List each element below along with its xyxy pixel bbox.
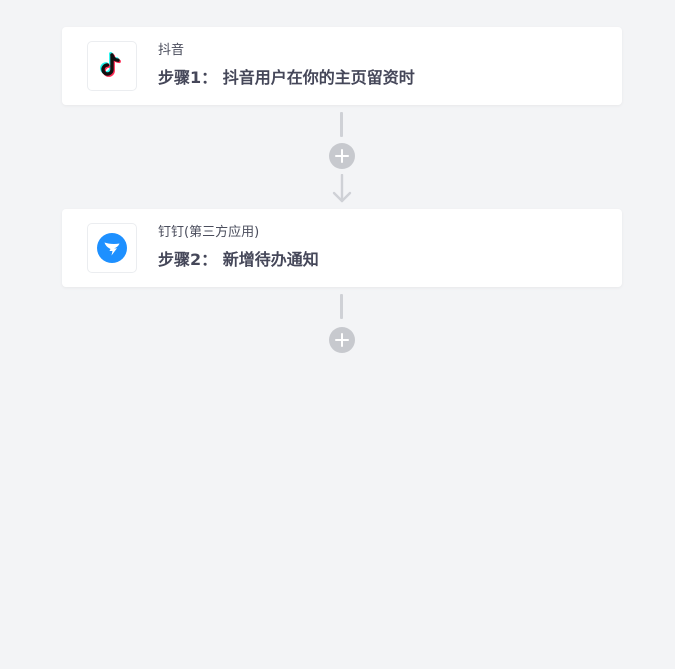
app-name: 抖音 bbox=[158, 43, 185, 58]
app-icon-container bbox=[87, 223, 137, 273]
add-step-button[interactable] bbox=[329, 327, 355, 353]
connector-line bbox=[340, 294, 343, 319]
connector-line bbox=[340, 112, 343, 137]
arrow-down-icon bbox=[332, 174, 352, 203]
add-step-button[interactable] bbox=[329, 143, 355, 169]
dingtalk-logo-icon bbox=[97, 233, 127, 263]
workflow-canvas: 抖音 步骤1： 抖音用户在你的主页留资时 钉钉(第三方应用) 步骤2： 新增待办… bbox=[0, 0, 675, 669]
step-card-2[interactable]: 钉钉(第三方应用) 步骤2： 新增待办通知 bbox=[62, 209, 622, 287]
step-card-1[interactable]: 抖音 步骤1： 抖音用户在你的主页留资时 bbox=[62, 27, 622, 105]
tiktok-logo-icon bbox=[100, 52, 121, 77]
app-icon-container bbox=[87, 41, 137, 91]
step-title: 步骤2： 新增待办通知 bbox=[158, 250, 319, 269]
app-name: 钉钉(第三方应用) bbox=[158, 225, 260, 240]
step-title: 步骤1： 抖音用户在你的主页留资时 bbox=[158, 68, 415, 87]
